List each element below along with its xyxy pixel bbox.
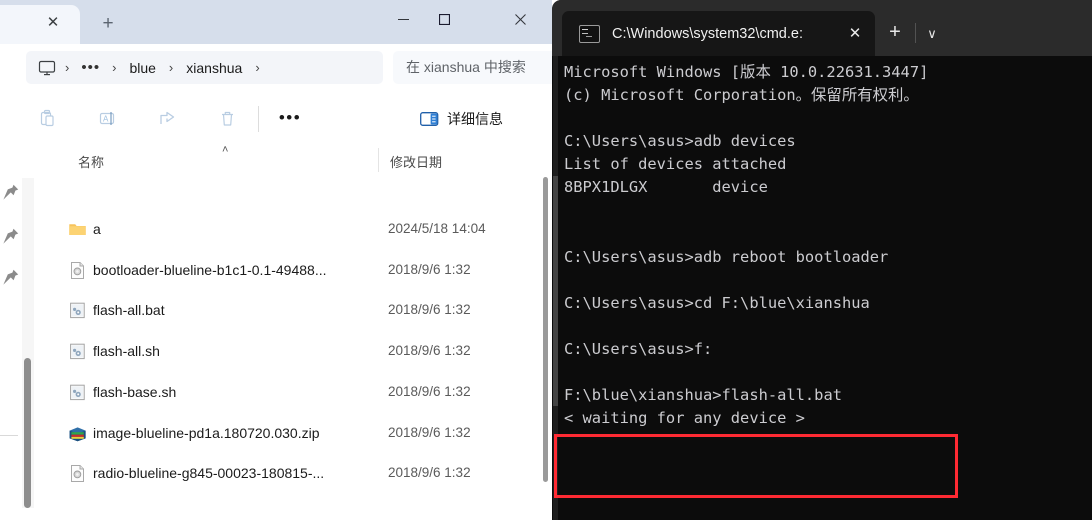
nav-scrollbar-thumb[interactable]: [24, 358, 31, 508]
chevron-down-icon[interactable]: ∨: [920, 22, 944, 46]
breadcrumb-item-xianshua[interactable]: xianshua: [180, 58, 248, 78]
file-date: 2018/9/6 1:32: [388, 465, 471, 481]
file-name: flash-all.bat: [93, 302, 165, 319]
terminal-tab-separator: [915, 23, 916, 43]
column-header-date[interactable]: 修改日期: [390, 152, 442, 171]
file-name: image-blueline-pd1a.180720.030.zip: [93, 424, 320, 441]
script-file-icon: [68, 301, 87, 320]
breadcrumb-overflow[interactable]: •••: [76, 59, 105, 76]
file-row[interactable]: flash-base.sh 2018/9/6 1:32: [36, 372, 552, 413]
explorer-titlebar: ✕ +: [0, 0, 552, 44]
delete-button[interactable]: [208, 102, 246, 136]
script-file-icon: [68, 383, 87, 402]
tab-close-icon[interactable]: ✕: [44, 14, 62, 32]
explorer-tab[interactable]: [0, 5, 80, 44]
terminal-tab[interactable]: C:\Windows\system32\cmd.e: ✕: [562, 11, 875, 56]
toolbar-divider: [258, 106, 259, 132]
file-row[interactable]: bootloader-blueline-b1c1-0.1-49488... 201…: [36, 250, 552, 291]
breadcrumb[interactable]: › ••• › blue › xianshua ›: [26, 51, 383, 84]
column-header-row: ˄ 名称 修改日期: [0, 145, 552, 177]
details-panel-icon: [420, 112, 439, 126]
paste-button[interactable]: [28, 102, 66, 136]
file-explorer-window: ✕ + › ••• › blue › xianshua › 在 xianshua…: [0, 0, 552, 520]
file-list[interactable]: a 2024/5/18 14:04 bootloader-blueline-b1c1…: [36, 177, 552, 520]
terminal-tab-close-icon[interactable]: ✕: [845, 24, 865, 44]
pin-icon[interactable]: [2, 268, 20, 286]
file-row[interactable]: flash-all.sh 2018/9/6 1:32: [36, 331, 552, 372]
terminal-scrollbar-thumb[interactable]: [553, 176, 558, 406]
monitor-icon[interactable]: [38, 59, 56, 77]
sort-ascending-icon: ˄: [222, 144, 229, 156]
console-icon: [579, 24, 600, 43]
trash-icon: [221, 111, 233, 126]
svg-text:A: A: [103, 115, 109, 124]
file-date: 2024/5/18 14:04: [388, 221, 486, 236]
minimize-button[interactable]: [380, 4, 426, 36]
explorer-toolbar: A ••• 详细信息: [0, 92, 552, 146]
maximize-button[interactable]: [421, 4, 467, 36]
breadcrumb-separator-1: ›: [65, 60, 70, 75]
search-input[interactable]: 在 xianshua 中搜索: [393, 51, 552, 84]
file-date: 2018/9/6 1:32: [388, 343, 471, 359]
more-options-button[interactable]: •••: [272, 104, 308, 134]
breadcrumb-separator-2: ›: [112, 60, 117, 75]
share-icon: [159, 111, 174, 124]
terminal-window: C:\Windows\system32\cmd.e: ✕ + ∨ Microso…: [552, 0, 1092, 520]
img-file-icon: [68, 464, 87, 483]
file-row[interactable]: a 2024/5/18 14:04: [36, 209, 552, 250]
file-row[interactable]: radio-blueline-g845-00023-180815-... 2018…: [36, 453, 552, 494]
file-name: bootloader-blueline-b1c1-0.1-49488...: [93, 261, 327, 278]
rename-button[interactable]: A: [88, 102, 126, 136]
pin-icon[interactable]: [2, 183, 20, 201]
nav-divider: [0, 435, 18, 436]
script-file-icon: [68, 342, 87, 361]
details-pane-label: 详细信息: [447, 111, 503, 127]
column-divider[interactable]: [378, 148, 379, 172]
new-tab-button[interactable]: +: [97, 13, 119, 35]
file-name: flash-base.sh: [93, 383, 177, 400]
terminal-tab-title: C:\Windows\system32\cmd.e:: [612, 25, 803, 42]
share-button[interactable]: [148, 102, 186, 136]
highlight-annotation-box: [554, 434, 958, 498]
terminal-titlebar: C:\Windows\system32\cmd.e: ✕ + ∨: [552, 0, 1092, 56]
terminal-body[interactable]: Microsoft Windows [版本 10.0.22631.3447] (…: [552, 56, 1092, 520]
file-row[interactable]: flash-all.bat 2018/9/6 1:32: [36, 290, 552, 331]
breadcrumb-item-blue[interactable]: blue: [123, 58, 161, 78]
file-date: 2018/9/6 1:32: [388, 302, 471, 318]
address-bar-row: › ••• › blue › xianshua › 在 xianshua 中搜索: [0, 44, 552, 92]
file-row[interactable]: image-blueline-pd1a.180720.030.zip 2018/9…: [36, 413, 552, 454]
file-date: 2018/9/6 1:32: [388, 261, 471, 277]
file-name: radio-blueline-g845-00023-180815-...: [93, 465, 325, 482]
file-name: a: [93, 221, 101, 237]
rename-icon: A: [99, 112, 114, 125]
file-date: 2018/9/6 1:32: [388, 383, 471, 399]
file-name: flash-all.sh: [93, 343, 160, 360]
details-pane-button[interactable]: 详细信息: [420, 104, 503, 134]
breadcrumb-separator-3: ›: [168, 60, 174, 75]
breadcrumb-separator-4: ›: [255, 60, 260, 75]
terminal-new-tab-button[interactable]: +: [883, 21, 907, 45]
search-placeholder: 在 xianshua 中搜索: [406, 59, 526, 75]
column-header-name[interactable]: 名称: [78, 152, 104, 171]
img-file-icon: [68, 261, 87, 280]
close-button[interactable]: [497, 4, 543, 36]
paste-icon: [40, 109, 54, 127]
zip-file-icon: [68, 424, 87, 443]
terminal-output: Microsoft Windows [版本 10.0.22631.3447] (…: [564, 63, 929, 428]
file-date: 2018/9/6 1:32: [388, 424, 471, 440]
folder-icon: [68, 220, 87, 239]
pin-icon[interactable]: [2, 227, 20, 245]
